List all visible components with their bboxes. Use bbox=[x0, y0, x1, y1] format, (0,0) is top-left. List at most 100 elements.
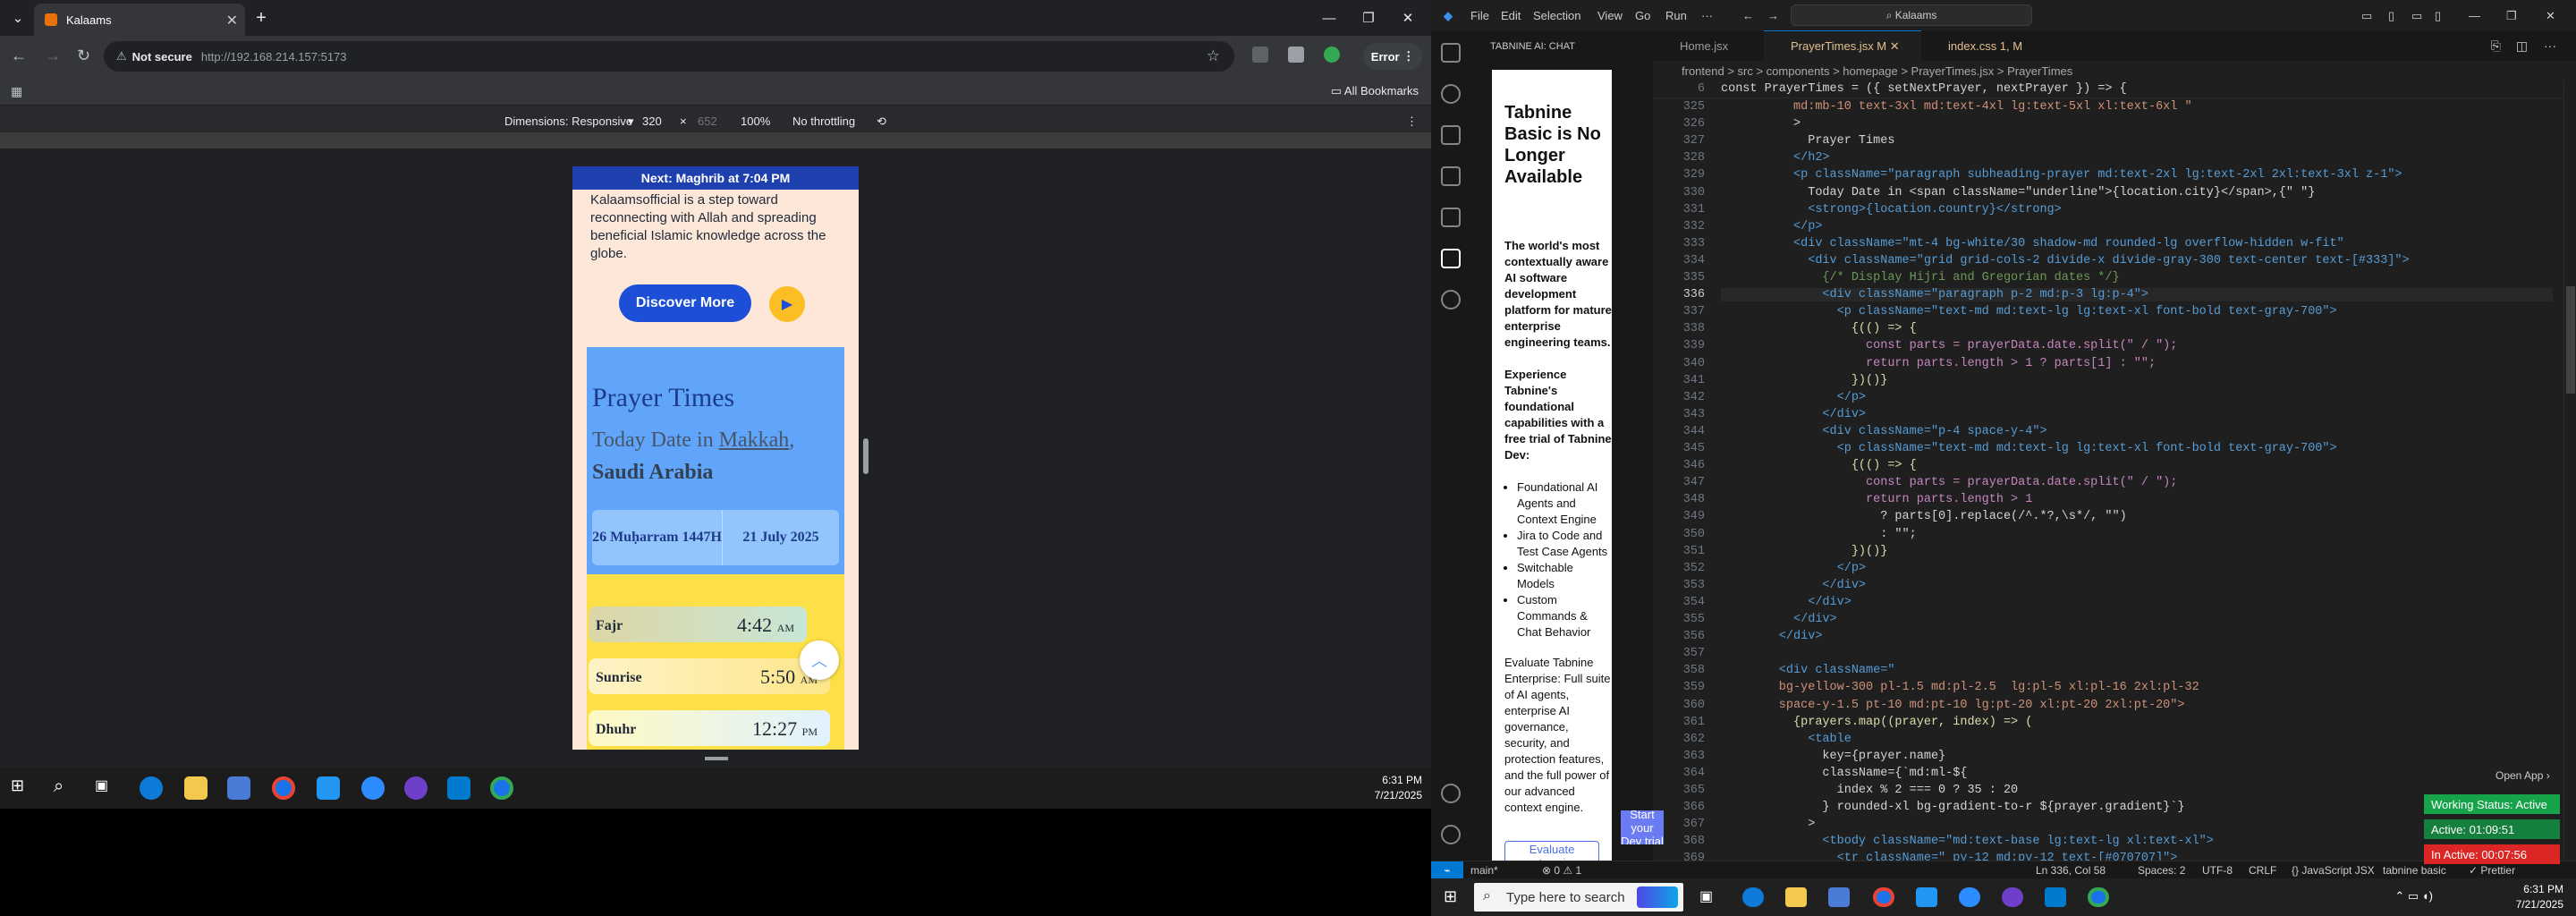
language-mode[interactable]: {} JavaScript JSX bbox=[2292, 864, 2375, 877]
menu-view[interactable]: View bbox=[1597, 9, 1623, 22]
vscode-icon[interactable] bbox=[447, 776, 470, 800]
clock[interactable]: 6:31 PM 7/21/2025 bbox=[1375, 773, 1422, 803]
play-button[interactable]: ▶ bbox=[769, 286, 805, 322]
code-line[interactable]: bg-yellow-300 pl-1.5 md:pl-2.5 lg:pl-5 x… bbox=[1721, 681, 2199, 694]
discover-more-button[interactable]: Discover More bbox=[619, 284, 751, 322]
menu-run[interactable]: Run bbox=[1665, 9, 1687, 22]
code-editor[interactable]: 325 md:mb-10 text-3xl md:text-4xl lg:tex… bbox=[1653, 81, 2576, 861]
git-branch[interactable]: main* bbox=[1470, 864, 1498, 877]
vscode-icon[interactable] bbox=[2045, 887, 2066, 907]
profile-avatar[interactable] bbox=[1324, 47, 1340, 63]
tab-search-icon[interactable]: ⌄ bbox=[0, 4, 36, 32]
bottom-resize-handle[interactable] bbox=[705, 757, 728, 760]
code-line[interactable]: } rounded-xl bg-gradient-to-r ${prayer.g… bbox=[1721, 801, 2184, 814]
code-line[interactable]: </h2> bbox=[1721, 151, 1830, 165]
task-view-icon[interactable]: ▣ bbox=[95, 776, 118, 800]
settings-gear-icon[interactable] bbox=[1441, 825, 1461, 844]
tab-kalaams[interactable]: Kalaams ✕ bbox=[34, 4, 245, 36]
code-line[interactable]: > bbox=[1721, 117, 1801, 131]
store-icon[interactable] bbox=[1828, 887, 1850, 907]
minimize-button[interactable]: — bbox=[2469, 9, 2480, 22]
puzzle-icon[interactable] bbox=[1288, 47, 1304, 63]
code-line[interactable]: return parts.length > 1 ? parts[1] : ""; bbox=[1721, 357, 2156, 370]
chrome-icon[interactable] bbox=[1873, 887, 1894, 907]
search-icon[interactable]: ⌕ bbox=[54, 776, 77, 800]
explorer-icon[interactable] bbox=[1441, 43, 1461, 63]
remote-indicator-icon[interactable]: ⌁ bbox=[1431, 861, 1463, 879]
code-line[interactable]: md:mb-10 text-3xl md:text-4xl lg:text-5x… bbox=[1721, 100, 2192, 114]
menu-more[interactable]: ··· bbox=[1701, 9, 1713, 22]
zoom-icon[interactable] bbox=[1959, 887, 1980, 907]
code-line[interactable]: })()} bbox=[1721, 374, 1888, 387]
code-line[interactable]: {(() => { bbox=[1721, 459, 1917, 472]
windows-start-icon[interactable]: ⊞ bbox=[11, 776, 34, 800]
indentation[interactable]: Spaces: 2 bbox=[2138, 864, 2185, 877]
throttling-select[interactable]: No throttling bbox=[792, 114, 855, 128]
start-dev-trial-button[interactable]: Start your Dev trial bbox=[1621, 810, 1664, 844]
layout-icon[interactable]: ▭ bbox=[2361, 9, 2372, 23]
code-line[interactable]: <strong>{location.country}</strong> bbox=[1721, 203, 2062, 216]
code-line[interactable]: Prayer Times bbox=[1721, 134, 1894, 148]
scrollbar-thumb[interactable] bbox=[2566, 286, 2575, 394]
code-line[interactable]: </div> bbox=[1721, 408, 1866, 421]
menu-selection[interactable]: Selection bbox=[1533, 9, 1580, 22]
tab-index-css[interactable]: index.css 1, M bbox=[1921, 30, 2046, 61]
code-line[interactable]: <p className="paragraph subheading-praye… bbox=[1721, 168, 2402, 182]
editor-scrollbar[interactable] bbox=[2563, 81, 2576, 861]
search-icon[interactable] bbox=[1441, 84, 1461, 104]
extension-icon[interactable] bbox=[1252, 47, 1268, 63]
tab-home-jsx[interactable]: Home.jsx bbox=[1653, 30, 1764, 61]
code-line[interactable]: return parts.length > 1 bbox=[1721, 493, 2032, 506]
omnibox[interactable]: ⚠ Not secure http://192.168.214.157:5173… bbox=[104, 41, 1234, 72]
new-tab-button[interactable]: + bbox=[243, 4, 279, 32]
forward-icon[interactable]: → bbox=[1767, 9, 1779, 22]
problems-count[interactable]: ⊗ 0 ⚠ 1 bbox=[1542, 864, 1581, 877]
minimize-button[interactable]: — bbox=[1311, 4, 1347, 32]
edge-icon[interactable] bbox=[1742, 887, 1764, 907]
viewport-resize-handle[interactable] bbox=[863, 438, 869, 474]
more-options-icon[interactable]: ⋮ bbox=[1406, 114, 1418, 129]
code-line[interactable]: index % 2 === 0 ? 35 : 20 bbox=[1721, 784, 2019, 797]
code-line[interactable]: </div> bbox=[1721, 630, 1823, 643]
source-control-icon[interactable] bbox=[1441, 125, 1461, 145]
windows-search-box[interactable]: ⌕ Type here to search bbox=[1474, 883, 1683, 912]
code-line[interactable]: Today Date in <span className="underline… bbox=[1721, 186, 2315, 199]
github-desktop-icon[interactable] bbox=[404, 776, 428, 800]
github-desktop-icon[interactable] bbox=[2002, 887, 2023, 907]
code-line[interactable]: <div className=" bbox=[1721, 664, 1895, 677]
breadcrumb[interactable]: frontend > src > components > homepage >… bbox=[1653, 61, 2576, 81]
chrome-icon[interactable] bbox=[272, 776, 295, 800]
code-line[interactable]: <p className="text-md md:text-lg lg:text… bbox=[1721, 305, 2337, 318]
code-line[interactable]: <table bbox=[1721, 733, 1852, 746]
code-line[interactable]: <tr className=" py-12 md:py-12 text-[#07… bbox=[1721, 852, 2178, 861]
code-line[interactable]: <div className="mt-4 bg-white/30 shadow-… bbox=[1721, 237, 2344, 250]
code-line[interactable]: key={prayer.name} bbox=[1721, 750, 1945, 763]
code-line[interactable]: const parts = prayerData.date.split(" / … bbox=[1721, 339, 2177, 352]
cursor-position[interactable]: Ln 336, Col 58 bbox=[2036, 864, 2106, 877]
code-line[interactable]: space-y-1.5 pt-10 md:pt-10 lg:pt-20 xl:p… bbox=[1721, 699, 2185, 712]
back-icon[interactable]: ← bbox=[1742, 9, 1754, 22]
run-debug-icon[interactable] bbox=[1441, 166, 1461, 186]
open-app-link[interactable]: Open App › bbox=[2496, 769, 2550, 782]
dimensions-select[interactable]: Dimensions: Responsive bbox=[504, 114, 632, 128]
file-explorer-icon[interactable] bbox=[1785, 887, 1807, 907]
code-line[interactable]: </div> bbox=[1721, 579, 1866, 592]
app-icon[interactable] bbox=[1916, 887, 1937, 907]
line-endings[interactable]: CRLF bbox=[2249, 864, 2276, 877]
chrome-icon[interactable] bbox=[490, 776, 513, 800]
code-line[interactable]: > bbox=[1721, 818, 1815, 831]
reload-icon[interactable]: ↻ bbox=[77, 47, 90, 65]
security-label[interactable]: Not secure bbox=[132, 50, 192, 64]
code-line[interactable]: </p> bbox=[1721, 391, 1866, 404]
bookmark-star-icon[interactable]: ☆ bbox=[1207, 47, 1220, 65]
all-bookmarks-link[interactable]: ▭ All Bookmarks bbox=[1331, 84, 1419, 98]
command-center-search[interactable]: ⌕ Kalaams bbox=[1791, 4, 2032, 26]
prettier-status[interactable]: ✓ Prettier bbox=[2469, 864, 2515, 877]
code-line[interactable]: <div className="p-4 space-y-4"> bbox=[1721, 425, 2046, 438]
sticky-scroll-line[interactable]: 6 const PrayerTimes = ({ setNextPrayer, … bbox=[1653, 81, 2576, 98]
menu-edit[interactable]: Edit bbox=[1501, 9, 1521, 22]
clock[interactable]: 6:31 PM 7/21/2025 bbox=[2516, 882, 2563, 912]
maximize-button[interactable]: ❐ bbox=[2506, 9, 2517, 23]
menu-go[interactable]: Go bbox=[1635, 9, 1650, 22]
code-line[interactable]: })()} bbox=[1721, 545, 1888, 558]
